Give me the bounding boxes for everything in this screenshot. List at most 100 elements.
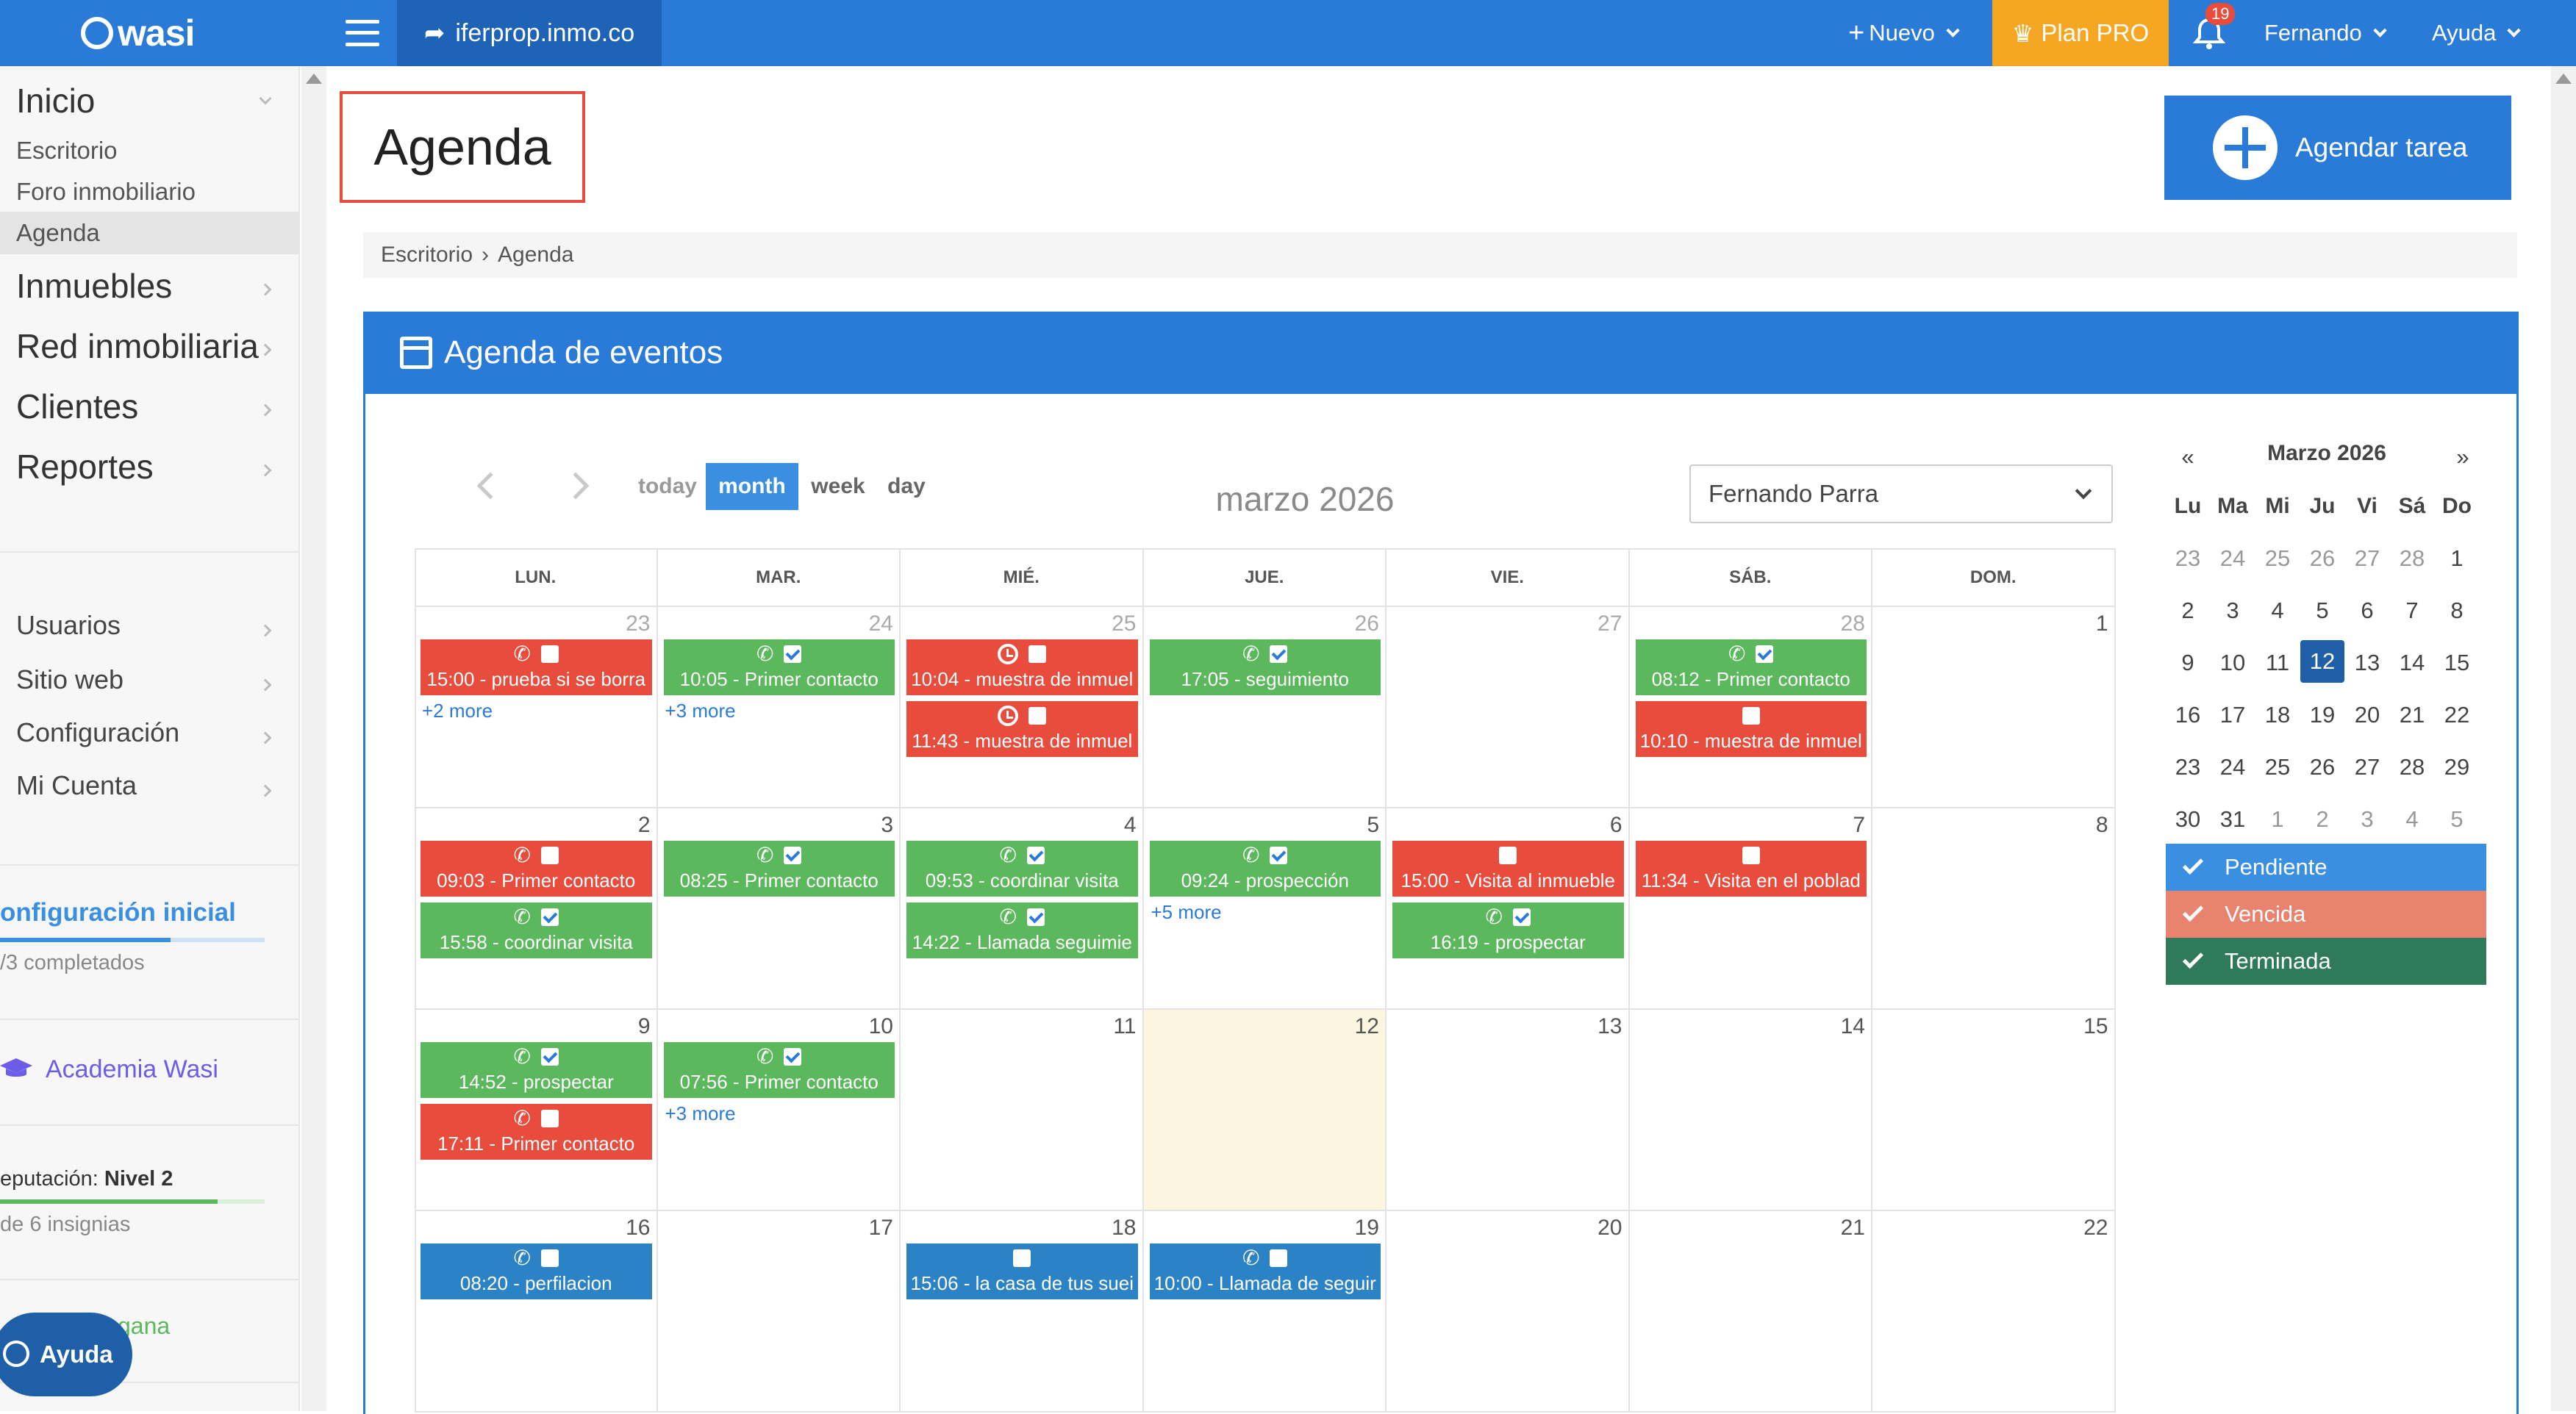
- mini-day[interactable]: 19: [2300, 702, 2344, 728]
- mini-day[interactable]: 14: [2390, 650, 2434, 676]
- scroll-up-icon[interactable]: [2555, 73, 2572, 84]
- mini-day[interactable]: 29: [2435, 754, 2479, 780]
- mini-day[interactable]: 2: [2300, 806, 2344, 833]
- legend-pendiente[interactable]: Pendiente: [2166, 844, 2486, 891]
- mini-day[interactable]: 20: [2345, 702, 2389, 728]
- mini-day[interactable]: 17: [2211, 702, 2255, 728]
- menu-toggle-icon[interactable]: [346, 16, 379, 50]
- day-cell[interactable]: 21: [1629, 1211, 1872, 1413]
- checked-checkbox-icon[interactable]: [1270, 645, 1288, 663]
- mini-day[interactable]: 30: [2166, 806, 2210, 833]
- calendar-event[interactable]: ✆ 08:20 - perfilacion: [421, 1243, 652, 1299]
- scroll-up-icon[interactable]: [306, 73, 322, 84]
- checkbox-icon[interactable]: [540, 645, 559, 663]
- checked-checkbox-icon[interactable]: [540, 908, 559, 926]
- calendar-event[interactable]: ✆ 14:22 - Llamada seguimie: [906, 902, 1138, 958]
- legend-vencida[interactable]: Vencida: [2166, 891, 2486, 938]
- mini-day[interactable]: 31: [2211, 806, 2255, 833]
- more-events-link[interactable]: +2 more: [422, 700, 493, 722]
- calendar-event[interactable]: ✆ 09:24 - prospección: [1149, 841, 1381, 897]
- sidebar-item-inicio[interactable]: Inicio: [16, 81, 95, 121]
- day-cell[interactable]: 7: [1629, 808, 1872, 1010]
- mini-day[interactable]: 3: [2211, 597, 2255, 624]
- sidebar-item-cuenta[interactable]: Mi Cuenta: [16, 770, 137, 801]
- day-cell[interactable]: 27: [1387, 607, 1630, 808]
- mini-day[interactable]: 16: [2166, 702, 2210, 728]
- mini-day[interactable]: 23: [2166, 545, 2210, 572]
- checked-checkbox-icon[interactable]: [784, 645, 802, 663]
- checked-checkbox-icon[interactable]: [784, 847, 802, 864]
- mini-day[interactable]: 21: [2390, 702, 2434, 728]
- mini-day[interactable]: 27: [2345, 545, 2389, 572]
- mini-day[interactable]: 25: [2255, 754, 2300, 780]
- checked-checkbox-icon[interactable]: [1512, 908, 1531, 926]
- checked-checkbox-icon[interactable]: [1756, 645, 1774, 663]
- day-cell[interactable]: 11: [901, 1010, 1144, 1211]
- day-cell[interactable]: 19: [1143, 1211, 1387, 1413]
- checkbox-icon[interactable]: [540, 1249, 559, 1267]
- day-cell[interactable]: 14: [1629, 1010, 1872, 1211]
- calendar-event[interactable]: ✆ 15:58 - coordinar visita: [421, 902, 652, 958]
- mini-day[interactable]: 4: [2390, 806, 2434, 833]
- mini-day[interactable]: 23: [2166, 754, 2210, 780]
- config-inicial-link[interactable]: onfiguración inicial: [0, 898, 236, 927]
- mini-day[interactable]: 5: [2300, 597, 2344, 624]
- checkbox-icon[interactable]: [1742, 847, 1760, 864]
- mini-day[interactable]: 1: [2435, 545, 2479, 572]
- sidebar-item-agenda[interactable]: Agenda: [16, 219, 100, 247]
- sidebar-item-red[interactable]: Red inmobiliaria: [16, 326, 259, 366]
- checkbox-icon[interactable]: [1013, 1249, 1031, 1267]
- checked-checkbox-icon[interactable]: [1026, 908, 1045, 926]
- mini-day[interactable]: 4: [2255, 597, 2300, 624]
- day-cell[interactable]: 13: [1387, 1010, 1630, 1211]
- checkbox-icon[interactable]: [1742, 707, 1760, 725]
- academia-link[interactable]: Academia Wasi: [46, 1055, 218, 1084]
- checked-checkbox-icon[interactable]: [1270, 847, 1288, 864]
- sidebar-item-usuarios[interactable]: Usuarios: [16, 610, 121, 641]
- sidebar-item-escritorio[interactable]: Escritorio: [16, 137, 118, 165]
- mini-day[interactable]: 10: [2211, 650, 2255, 676]
- sidebar-item-inmuebles[interactable]: Inmuebles: [16, 266, 172, 306]
- sidebar-scrollbar[interactable]: [301, 66, 326, 1411]
- day-cell[interactable]: 17: [657, 1211, 901, 1413]
- checked-checkbox-icon[interactable]: [540, 1048, 559, 1066]
- week-view-button[interactable]: week: [801, 463, 875, 510]
- help-dropdown[interactable]: Ayuda: [2432, 0, 2522, 66]
- day-cell[interactable]: 16: [415, 1211, 658, 1413]
- calendar-event[interactable]: ✆ 16:19 - prospectar: [1392, 902, 1624, 958]
- calendar-event[interactable]: ✆ 10:00 - Llamada de seguir: [1149, 1243, 1381, 1299]
- sidebar-item-sitio[interactable]: Sitio web: [16, 664, 124, 695]
- mini-day[interactable]: 26: [2300, 754, 2344, 780]
- day-cell[interactable]: 22: [1872, 1211, 2116, 1413]
- calendar-event[interactable]: ✆ 08:25 - Primer contacto: [663, 841, 895, 897]
- calendar-event[interactable]: ✆ 10:05 - Primer contacto: [663, 639, 895, 695]
- mini-prev-icon[interactable]: «: [2166, 444, 2210, 470]
- mini-day[interactable]: 13: [2345, 650, 2389, 676]
- user-select[interactable]: Fernando Parra: [1689, 464, 2113, 523]
- mini-day[interactable]: 5: [2435, 806, 2479, 833]
- mini-day[interactable]: 28: [2390, 545, 2434, 572]
- day-cell[interactable]: 3: [657, 808, 901, 1010]
- mini-day[interactable]: 1: [2255, 806, 2300, 833]
- mini-next-icon[interactable]: »: [2441, 444, 2485, 470]
- day-cell[interactable]: 12: [1143, 1010, 1387, 1211]
- checkbox-icon[interactable]: [540, 1110, 559, 1127]
- mini-day[interactable]: 2: [2166, 597, 2210, 624]
- checked-checkbox-icon[interactable]: [1026, 847, 1045, 864]
- site-link[interactable]: ➦ iferprop.inmo.co: [397, 0, 662, 66]
- sidebar-item-clientes[interactable]: Clientes: [16, 387, 138, 426]
- calendar-event[interactable]: 10:10 - muestra de inmuel: [1635, 701, 1867, 757]
- calendar-event[interactable]: ✆ 17:05 - seguimiento: [1149, 639, 1381, 695]
- plan-pro-button[interactable]: ♛ Plan PRO: [1992, 0, 2169, 66]
- mini-day[interactable]: 25: [2255, 545, 2300, 572]
- more-events-link[interactable]: +3 more: [665, 1102, 736, 1125]
- today-button[interactable]: today: [632, 463, 703, 510]
- mini-day[interactable]: 3: [2345, 806, 2389, 833]
- calendar-event[interactable]: ✆ 15:00 - prueba si se borra: [421, 639, 652, 695]
- checkbox-icon[interactable]: [1499, 847, 1517, 864]
- calendar-event[interactable]: 11:34 - Visita en el poblad: [1635, 841, 1867, 897]
- mini-day[interactable]: 9: [2166, 650, 2210, 676]
- nuevo-dropdown[interactable]: + Nuevo: [1848, 0, 1960, 66]
- calendar-event[interactable]: ✆ 07:56 - Primer contacto: [663, 1042, 895, 1098]
- month-view-button[interactable]: month: [706, 463, 798, 510]
